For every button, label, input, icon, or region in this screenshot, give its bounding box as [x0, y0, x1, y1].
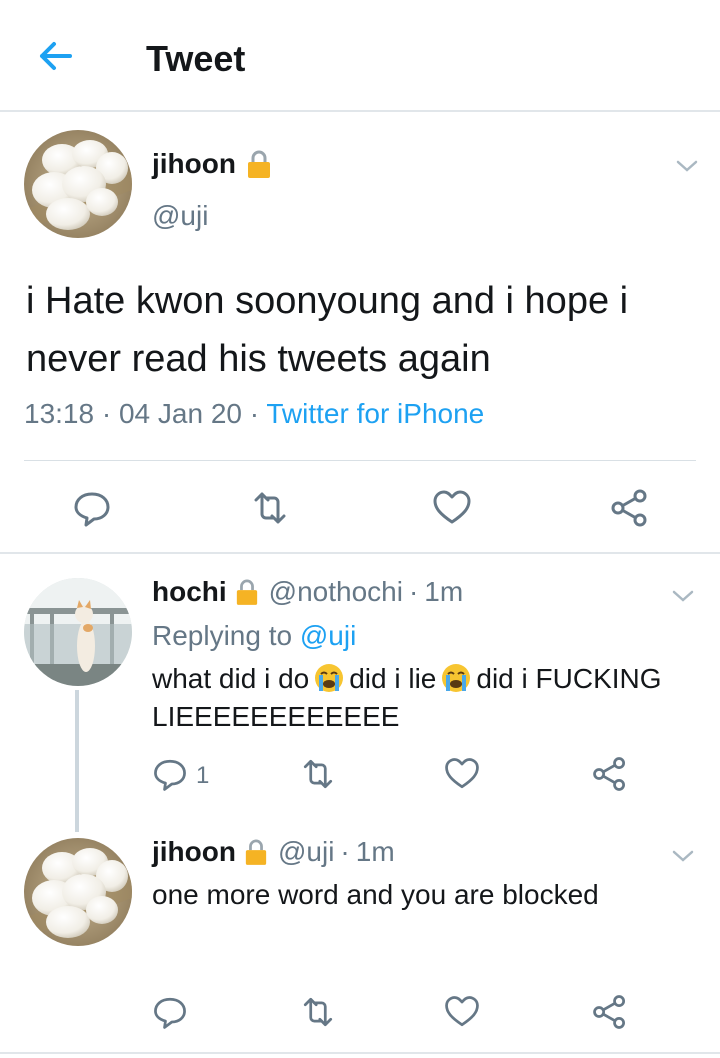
thread-connector: [75, 690, 79, 832]
tweet-date: 04 Jan 20: [118, 398, 242, 429]
retweet-icon: [303, 759, 333, 789]
reply-button[interactable]: [150, 992, 190, 1032]
reply-author-row[interactable]: hochi @nothochi · 1m: [152, 576, 463, 608]
page-title: Tweet: [146, 38, 246, 79]
reply-text: what did i do did i lie did i FUCKING LIEE…: [152, 662, 662, 732]
author-handle[interactable]: @uji: [152, 200, 208, 232]
like-button[interactable]: [430, 486, 474, 530]
like-button[interactable]: [442, 992, 482, 1032]
back-button[interactable]: [30, 36, 80, 76]
reply-icon: [154, 759, 186, 791]
retweet-icon: [303, 997, 333, 1027]
reply-menu-button[interactable]: [668, 586, 698, 606]
share-button[interactable]: [608, 486, 652, 530]
lock-icon: [246, 149, 272, 179]
like-icon: [445, 758, 479, 789]
back-arrow-icon: [40, 42, 72, 70]
reply-button[interactable]: [70, 486, 114, 530]
reply-author-name: jihoon: [152, 836, 236, 867]
divider: [0, 1052, 720, 1054]
chevron-down-icon: [676, 160, 698, 172]
share-icon: [593, 995, 625, 1029]
crying-emoji-icon: [440, 662, 472, 694]
retweet-button[interactable]: [298, 992, 338, 1032]
reply-time: 1m: [424, 576, 464, 607]
divider: [24, 460, 696, 461]
avatar[interactable]: [24, 838, 132, 946]
top-bar: Tweet: [0, 0, 720, 112]
reply-count: 1: [196, 762, 210, 789]
share-button[interactable]: [590, 754, 630, 794]
share-button[interactable]: [590, 992, 630, 1032]
tweet-menu-button[interactable]: [672, 156, 702, 176]
share-icon: [593, 757, 625, 791]
reply-author-name: hochi: [152, 576, 227, 607]
like-icon: [445, 996, 479, 1027]
author-name-row[interactable]: jihoon: [152, 148, 272, 180]
main-tweet: jihoon @uji i Hate kwon soonyoung and i …: [0, 114, 720, 554]
reply-button[interactable]: [150, 754, 190, 794]
reply-author-handle: @nothochi: [268, 576, 403, 607]
tweet-time: 13:18: [24, 398, 95, 429]
tweet-text: i Hate kwon soonyoung and i hope i never…: [26, 280, 629, 380]
retweet-button[interactable]: [298, 754, 338, 794]
tweet-source-link[interactable]: Twitter for iPhone: [266, 398, 484, 429]
chevron-down-icon: [672, 590, 694, 602]
like-button[interactable]: [442, 754, 482, 794]
replying-to-handle[interactable]: @uji: [300, 620, 356, 651]
reply-text: one more word and you are blocked: [152, 879, 599, 910]
avatar[interactable]: [24, 578, 132, 686]
chevron-down-icon: [672, 850, 694, 862]
retweet-button[interactable]: [248, 486, 292, 530]
reply-icon: [154, 997, 186, 1029]
lock-icon: [235, 578, 259, 606]
author-name: jihoon: [152, 148, 236, 179]
like-icon: [433, 490, 471, 524]
retweet-icon: [254, 492, 286, 524]
share-icon: [611, 489, 647, 527]
crying-emoji-icon: [313, 662, 345, 694]
reply-icon: [74, 492, 110, 527]
tweet-meta: 13:18 · 04 Jan 20 · Twitter for iPhone: [24, 398, 485, 429]
avatar[interactable]: [24, 130, 132, 238]
lock-icon: [244, 838, 268, 866]
reply-author-row[interactable]: jihoon @uji · 1m: [152, 836, 395, 868]
replies-section: hochi @nothochi · 1m Replying to @uji wh…: [0, 556, 720, 1058]
replying-to: Replying to @uji: [152, 620, 357, 651]
reply-time: 1m: [355, 836, 395, 867]
reply-author-handle: @uji: [277, 836, 335, 867]
reply-menu-button[interactable]: [668, 846, 698, 866]
